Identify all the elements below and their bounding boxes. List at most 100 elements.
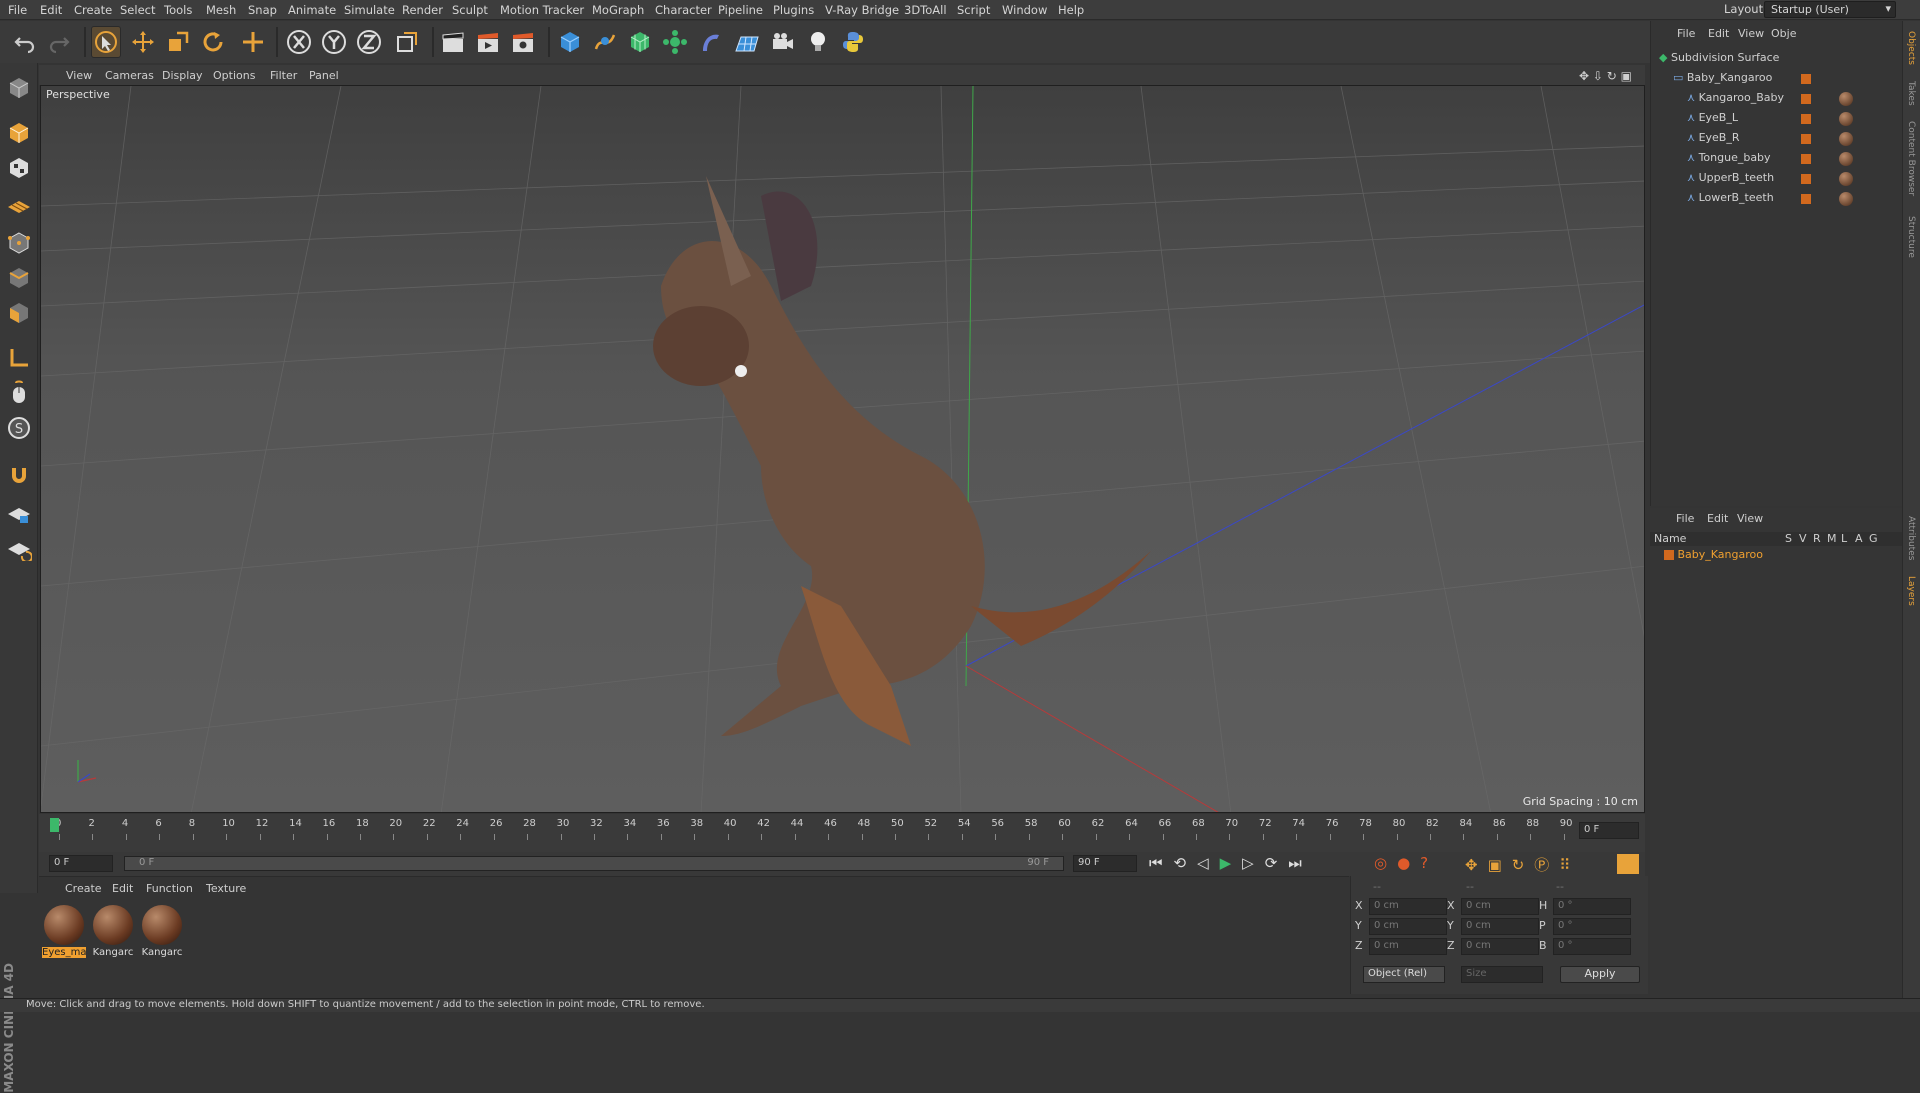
edit-render-settings-button[interactable] xyxy=(508,26,538,58)
add-deformer-button[interactable] xyxy=(695,26,725,58)
material-menu-function[interactable]: Function xyxy=(146,882,193,895)
tweak-mode-button[interactable] xyxy=(4,378,34,408)
object-menu-file[interactable]: File xyxy=(1677,27,1695,40)
object-tree-item[interactable]: ◆ Subdivision Surface xyxy=(1659,51,1779,69)
layer-menu-file[interactable]: File xyxy=(1676,512,1694,525)
coord-value-field[interactable]: 0 ° xyxy=(1553,898,1631,915)
live-selection-button[interactable] xyxy=(91,26,121,58)
layer-menu-view[interactable]: View xyxy=(1737,512,1763,525)
menu-file[interactable]: File xyxy=(8,3,27,17)
menu-mograph[interactable]: MoGraph xyxy=(592,3,644,17)
add-mograph-button[interactable] xyxy=(660,26,690,58)
menu-edit[interactable]: Edit xyxy=(40,3,62,17)
viewport-menu-view[interactable]: View xyxy=(66,69,92,82)
texture-mode-button[interactable] xyxy=(4,153,34,183)
material-menu-create[interactable]: Create xyxy=(65,882,102,895)
material-tag-icon[interactable] xyxy=(1839,172,1853,186)
object-menu-edit[interactable]: Edit xyxy=(1708,27,1729,40)
object-layer-swatch[interactable] xyxy=(1801,174,1811,184)
coord-value-field[interactable]: 0 cm xyxy=(1369,898,1447,915)
menu-mesh[interactable]: Mesh xyxy=(206,3,236,17)
magnet-button[interactable] xyxy=(4,458,34,488)
render-picture-viewer-button[interactable] xyxy=(473,26,503,58)
add-floor-button[interactable] xyxy=(732,26,762,58)
timeline-ruler[interactable]: 0246810121416182022242628303234363840424… xyxy=(39,814,1645,852)
menu-vray-bridge[interactable]: V-Ray Bridge xyxy=(825,3,899,17)
apply-button[interactable]: Apply xyxy=(1560,966,1640,983)
render-view-button[interactable] xyxy=(438,26,468,58)
keyframe-controls[interactable]: ◎●? xyxy=(1374,854,1438,872)
menu-motion-tracker[interactable]: Motion Tracker xyxy=(500,3,584,17)
object-layer-swatch[interactable] xyxy=(1801,114,1811,124)
menu-window[interactable]: Window xyxy=(1002,3,1047,17)
playback-controls[interactable]: ⏮⟲◁▶▷⟳⏭ xyxy=(1149,854,1313,872)
material-swatch[interactable]: Kangarc xyxy=(140,903,184,959)
menu-3dtoall[interactable]: 3DToAll xyxy=(904,3,947,17)
start-frame-field[interactable]: 0 F xyxy=(49,855,113,872)
frame-range-slider[interactable]: 0 F 90 F xyxy=(124,856,1064,871)
y-axis-lock-button[interactable] xyxy=(319,26,349,58)
coordinate-system-button[interactable] xyxy=(392,26,422,58)
tab-layers[interactable]: Layers xyxy=(1906,576,1916,606)
current-frame-field[interactable]: 0 F xyxy=(1579,822,1639,839)
material-swatch[interactable]: Kangarc xyxy=(91,903,135,959)
object-tree-item[interactable]: ▭ Baby_Kangaroo xyxy=(1673,71,1772,89)
coord-value-field[interactable]: 0 cm xyxy=(1461,938,1539,955)
object-tree-item[interactable]: ⋏ Kangaroo_Baby xyxy=(1687,91,1784,109)
menu-snap[interactable]: Snap xyxy=(248,3,277,17)
timeline-window-button[interactable] xyxy=(1617,854,1639,874)
object-layer-swatch[interactable] xyxy=(1801,134,1811,144)
edges-mode-button[interactable] xyxy=(4,263,34,293)
move-tool-button[interactable] xyxy=(128,26,158,58)
redo-button[interactable] xyxy=(44,26,74,58)
menu-help[interactable]: Help xyxy=(1058,3,1084,17)
viewport-menu-cameras[interactable]: Cameras xyxy=(105,69,154,82)
rotate-tool-button[interactable] xyxy=(198,26,228,58)
menu-tools[interactable]: Tools xyxy=(164,3,192,17)
coord-value-field[interactable]: 0 cm xyxy=(1461,898,1539,915)
menu-create[interactable]: Create xyxy=(74,3,112,17)
menu-sculpt[interactable]: Sculpt xyxy=(452,3,488,17)
scale-tool-button[interactable] xyxy=(163,26,193,58)
add-camera-button[interactable] xyxy=(768,26,798,58)
material-menu-texture[interactable]: Texture xyxy=(206,882,246,895)
menu-render[interactable]: Render xyxy=(402,3,443,17)
coord-mode-dropdown[interactable]: Object (Rel) xyxy=(1363,966,1445,983)
python-script-button[interactable] xyxy=(838,26,868,58)
object-tree-item[interactable]: ⋏ Tongue_baby xyxy=(1687,151,1771,169)
coord-value-field[interactable]: 0 cm xyxy=(1369,938,1447,955)
object-menu-objects[interactable]: Obje xyxy=(1771,27,1796,40)
menu-pipeline[interactable]: Pipeline xyxy=(718,3,763,17)
model-mode-button[interactable] xyxy=(4,118,34,148)
menu-select[interactable]: Select xyxy=(120,3,155,17)
material-tag-icon[interactable] xyxy=(1839,132,1853,146)
end-frame-field[interactable]: 90 F xyxy=(1073,855,1137,872)
object-tree-item[interactable]: ⋏ EyeB_L xyxy=(1687,111,1738,129)
viewport-menu-options[interactable]: Options xyxy=(213,69,255,82)
coord-value-field[interactable]: 0 cm xyxy=(1369,918,1447,935)
tab-objects[interactable]: Objects xyxy=(1906,31,1916,65)
playhead[interactable] xyxy=(50,818,59,832)
viewport-menu-panel[interactable]: Panel xyxy=(309,69,339,82)
material-menu-edit[interactable]: Edit xyxy=(112,882,133,895)
object-layer-swatch[interactable] xyxy=(1801,154,1811,164)
tab-attributes[interactable]: Attributes xyxy=(1906,516,1916,560)
make-editable-button[interactable] xyxy=(4,73,34,103)
menu-character[interactable]: Character xyxy=(655,3,712,17)
coord-value-field[interactable]: 0 ° xyxy=(1553,918,1631,935)
coord-value-field[interactable]: 0 cm xyxy=(1461,918,1539,935)
material-swatch[interactable]: Eyes_ma xyxy=(42,903,86,959)
object-tree-item[interactable]: ⋏ EyeB_R xyxy=(1687,131,1739,149)
menu-simulate[interactable]: Simulate xyxy=(344,3,395,17)
tab-structure[interactable]: Structure xyxy=(1906,216,1916,258)
workplane-mode-button[interactable] xyxy=(4,188,34,218)
snap-button[interactable]: S xyxy=(4,413,34,443)
viewport-nav-icons[interactable]: ✥ ⇩ ↻ ▣ xyxy=(1579,69,1632,83)
object-tree-item[interactable]: ⋏ UpperB_teeth xyxy=(1687,171,1774,189)
tab-takes[interactable]: Takes xyxy=(1906,81,1916,106)
object-layer-swatch[interactable] xyxy=(1801,194,1811,204)
add-light-button[interactable] xyxy=(803,26,833,58)
viewport-menu-display[interactable]: Display xyxy=(162,69,203,82)
recent-tool-button[interactable] xyxy=(238,26,268,58)
viewport-menu-filter[interactable]: Filter xyxy=(270,69,297,82)
